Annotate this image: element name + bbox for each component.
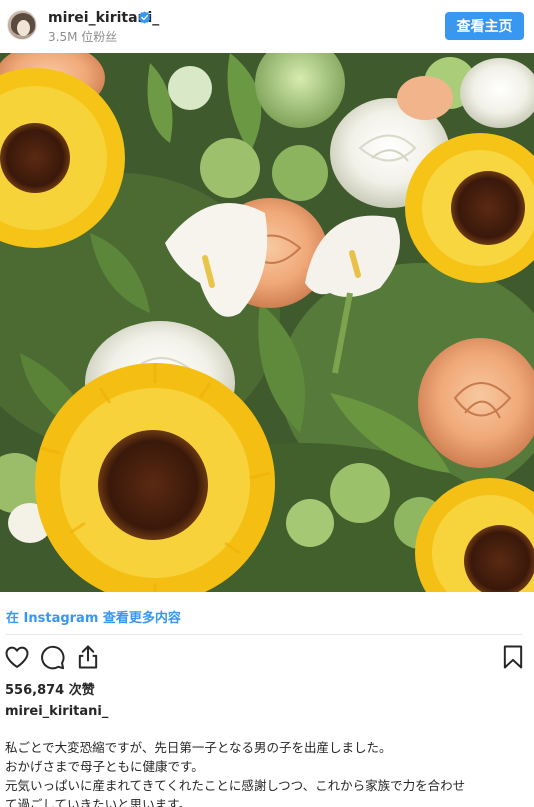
- caption-line: て過ごしていきたいと思います。: [5, 797, 191, 807]
- follower-count: 3.5M 位粉丝: [48, 30, 118, 44]
- caption-line: 私ごとで大変恐縮ですが、先日第一子となる男の子を出産しました。: [5, 740, 392, 755]
- flower-bouquet-photo: [0, 53, 534, 592]
- avatar[interactable]: [7, 10, 37, 40]
- heart-icon[interactable]: [3, 643, 31, 671]
- bookmark-icon[interactable]: [499, 643, 527, 671]
- action-bar: [0, 643, 534, 673]
- view-more-on-instagram-link[interactable]: 在 Instagram 查看更多内容: [6, 607, 181, 626]
- post-image[interactable]: [0, 53, 534, 592]
- post-header: mirei_kiritani_ 3.5M 位粉丝 查看主页: [0, 0, 534, 53]
- divider: [6, 634, 522, 635]
- caption-line: おかげさまで母子ともに健康です。: [5, 759, 204, 774]
- caption-username[interactable]: mirei_kiritani_: [5, 704, 108, 719]
- share-icon[interactable]: [74, 643, 102, 671]
- caption-line: 元気いっぱいに産まれてきてくれたことに感謝しつつ、これから家族で力を合わせ: [5, 778, 466, 793]
- verified-badge-icon: [138, 11, 151, 24]
- view-profile-button[interactable]: 查看主页: [445, 12, 524, 40]
- comment-icon[interactable]: [38, 643, 66, 671]
- caption-text: 私ごとで大変恐縮ですが、先日第一子となる男の子を出産しました。 おかげさまで母子…: [5, 738, 529, 807]
- like-count[interactable]: 556,874 次赞: [5, 679, 95, 698]
